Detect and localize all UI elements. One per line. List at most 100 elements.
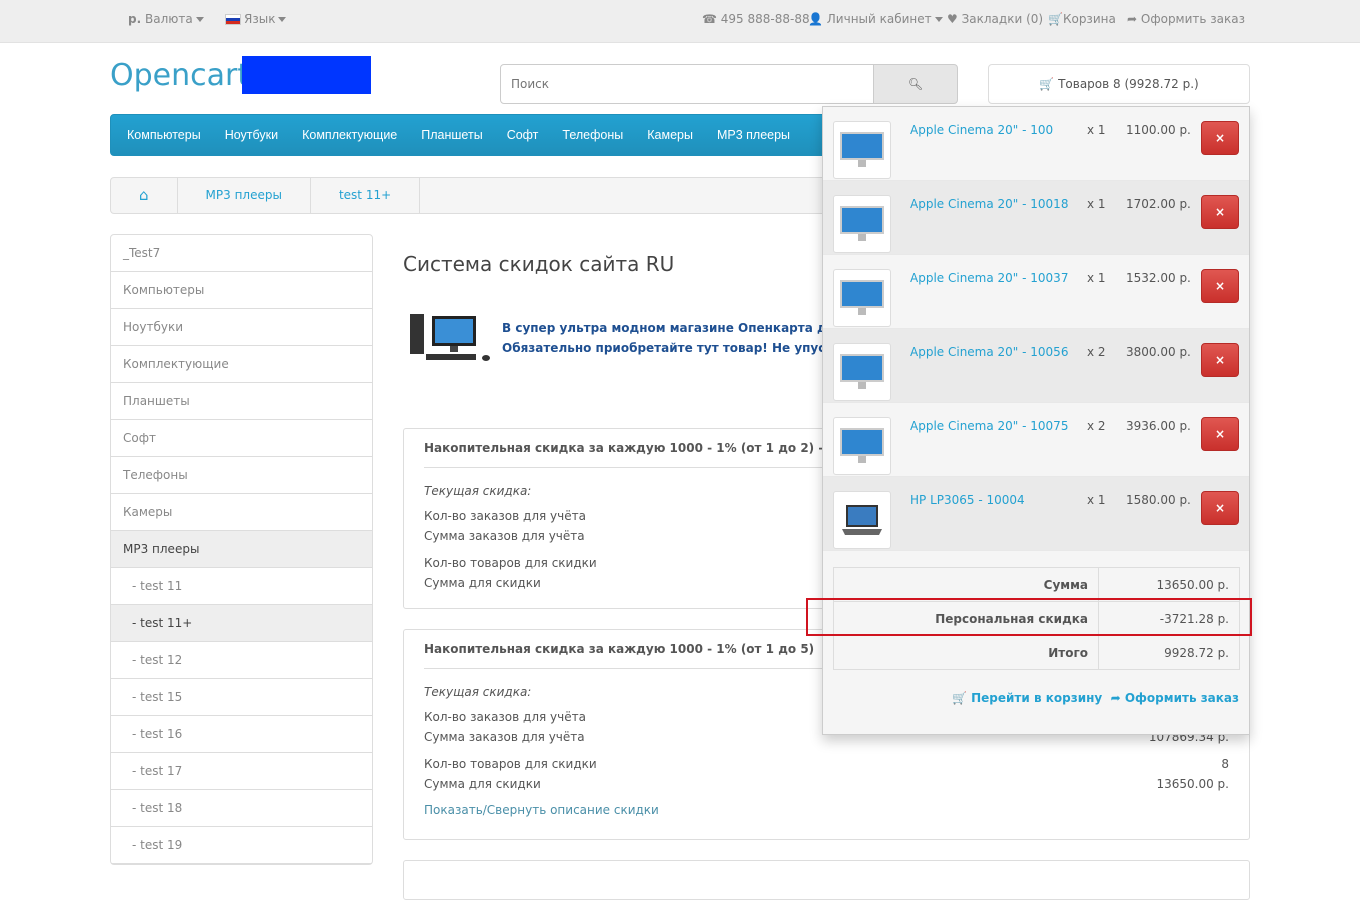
product-thumbnail[interactable] — [833, 269, 891, 327]
account-label: Личный кабинет — [826, 12, 932, 26]
discount-sum-value: 13650.00 р. — [1156, 777, 1229, 791]
caret-down-icon — [278, 17, 287, 22]
checkout-label: Оформить заказ — [1124, 691, 1239, 705]
ru-flag-icon — [225, 14, 241, 25]
menu-item[interactable]: Ноутбуки — [225, 115, 278, 155]
sidebar-item[interactable]: Камеры — [111, 494, 372, 531]
account-dropdown[interactable]: 👤 Личный кабинет — [808, 12, 943, 26]
sidebar-item-active[interactable]: MP3 плееры — [111, 531, 372, 568]
product-thumbnail[interactable] — [833, 343, 891, 401]
checkout-label: Оформить заказ — [1140, 12, 1245, 26]
sidebar-subitem-active[interactable]: - test 11+ — [111, 605, 372, 642]
redacted-block — [242, 56, 371, 94]
category-sidebar: _Test7 Компьютеры Ноутбуки Комплектующие… — [110, 234, 373, 865]
discount-sum-label: Сумма для скидки — [424, 576, 541, 590]
product-thumbnail[interactable] — [833, 121, 891, 179]
product-name-link[interactable]: Apple Cinema 20" - 100 — [910, 123, 1053, 137]
product-thumbnail[interactable] — [833, 491, 891, 549]
cart-button[interactable]: 🛒 Товаров 8 (9928.72 р.) — [988, 64, 1250, 104]
menu-item[interactable]: Телефоны — [562, 115, 623, 155]
menu-item[interactable]: Комплектующие — [302, 115, 397, 155]
product-name-link[interactable]: Apple Cinema 20" - 10037 — [910, 271, 1068, 285]
menu-item[interactable]: Софт — [507, 115, 539, 155]
product-name-link[interactable]: Apple Cinema 20" - 10018 — [910, 197, 1068, 211]
orders-sum-label: Сумма заказов для учёта — [424, 529, 585, 543]
sidebar-item[interactable]: _Test7 — [111, 235, 372, 272]
sidebar-subitem[interactable]: - test 18 — [111, 790, 372, 827]
remove-item-button[interactable]: × — [1201, 417, 1239, 451]
sidebar-subitem[interactable]: - test 17 — [111, 753, 372, 790]
product-price: 3936.00 р. — [1126, 419, 1191, 433]
share-icon: ➦ — [1110, 691, 1121, 705]
items-count-value: 8 — [1221, 757, 1229, 771]
sidebar-subitem[interactable]: - test 15 — [111, 679, 372, 716]
product-qty: x 2 — [1087, 345, 1106, 359]
product-price: 1580.00 р. — [1126, 493, 1191, 507]
remove-item-button[interactable]: × — [1201, 121, 1239, 155]
cart-dropdown: Apple Cinema 20" - 100 x 1 1100.00 р. × Appl… — [822, 106, 1250, 735]
remove-item-button[interactable]: × — [1201, 491, 1239, 525]
logo[interactable]: Opencart — [110, 58, 249, 93]
wishlist-link[interactable]: ♥ Закладки (0) — [947, 12, 1043, 26]
breadcrumb-item[interactable]: MP3 плееры — [178, 178, 311, 213]
phone-text: 495 888-88-88 — [720, 12, 810, 26]
total-label: Итого — [833, 635, 1099, 670]
product-name-link[interactable]: HP LP3065 - 10004 — [910, 493, 1025, 507]
orders-sum-label: Сумма заказов для учёта — [424, 730, 585, 744]
share-icon: ➦ — [1127, 12, 1138, 26]
sidebar-item[interactable]: Компьютеры — [111, 272, 372, 309]
product-thumbnail[interactable] — [833, 417, 891, 475]
product-name-link[interactable]: Apple Cinema 20" - 10075 — [910, 419, 1068, 433]
language-label: Язык — [244, 12, 276, 26]
sidebar-item[interactable]: Софт — [111, 420, 372, 457]
cart-item: Apple Cinema 20" - 10056 x 2 3800.00 р. × — [823, 329, 1249, 403]
cart-item: Apple Cinema 20" - 10075 x 2 3936.00 р. × — [823, 403, 1249, 477]
total-value: 13650.00 р. — [1098, 567, 1240, 602]
search-button[interactable]: 🔍︎ — [873, 64, 958, 104]
sidebar-subitem[interactable]: - test 12 — [111, 642, 372, 679]
sidebar-subitem[interactable]: - test 19 — [111, 827, 372, 864]
promo-line: В супер ультра модном магазине Опенкарта… — [502, 321, 865, 335]
remove-item-button[interactable]: × — [1201, 195, 1239, 229]
breadcrumb-item[interactable]: test 11+ — [311, 178, 421, 213]
menu-item[interactable]: Камеры — [647, 115, 693, 155]
product-price: 3800.00 р. — [1126, 345, 1191, 359]
menu-item[interactable]: Компьютеры — [127, 115, 201, 155]
home-icon[interactable]: ⌂ — [111, 178, 178, 213]
sidebar-item[interactable]: Планшеты — [111, 383, 372, 420]
items-count-label: Кол-во товаров для скидки — [424, 757, 597, 771]
cart-icon: 🛒 — [951, 691, 967, 705]
product-price: 1100.00 р. — [1126, 123, 1191, 137]
remove-item-button[interactable]: × — [1201, 343, 1239, 377]
sidebar-subitem[interactable]: - test 11 — [111, 568, 372, 605]
language-dropdown[interactable]: Язык — [225, 12, 287, 26]
checkout-link[interactable]: ➦ Оформить заказ — [1127, 12, 1245, 26]
remove-item-button[interactable]: × — [1201, 269, 1239, 303]
sidebar-item[interactable]: Комплектующие — [111, 346, 372, 383]
search-input[interactable] — [500, 64, 874, 104]
currency-label: Валюта — [144, 12, 193, 26]
menu-item[interactable]: Планшеты — [421, 115, 482, 155]
highlight-box — [806, 598, 1252, 636]
toggle-description-link[interactable]: Показать/Свернуть описание скидки — [424, 800, 659, 820]
currency-symbol: р. — [128, 12, 142, 26]
cart-link[interactable]: 🛒Корзина — [1048, 12, 1116, 26]
cart-icon: 🛒 — [1039, 77, 1055, 91]
cart-item: Apple Cinema 20" - 10018 x 1 1702.00 р. × — [823, 181, 1249, 255]
top-bar: р. Валюта Язык ☎ 495 888-88-88 👤 Личный … — [0, 0, 1360, 43]
product-qty: x 2 — [1087, 419, 1106, 433]
currency-dropdown[interactable]: р. Валюта — [128, 12, 204, 26]
phone-link[interactable]: ☎ 495 888-88-88 — [702, 12, 810, 26]
sidebar-item[interactable]: Ноутбуки — [111, 309, 372, 346]
product-thumbnail[interactable] — [833, 195, 891, 253]
product-qty: x 1 — [1087, 197, 1106, 211]
checkout-link[interactable]: ➦ Оформить заказ — [1111, 691, 1239, 705]
menu-item[interactable]: MP3 плееры — [717, 115, 790, 155]
product-qty: x 1 — [1087, 271, 1106, 285]
sidebar-item[interactable]: Телефоны — [111, 457, 372, 494]
discount-block — [403, 860, 1250, 900]
view-cart-link[interactable]: 🛒 Перейти в корзину — [952, 691, 1102, 705]
product-name-link[interactable]: Apple Cinema 20" - 10056 — [910, 345, 1068, 359]
sidebar-subitem[interactable]: - test 16 — [111, 716, 372, 753]
computer-image — [410, 314, 490, 361]
